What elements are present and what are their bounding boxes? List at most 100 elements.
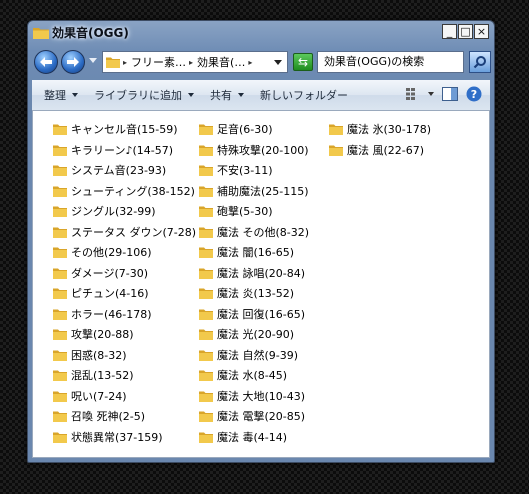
chevron-down-icon[interactable] [428,92,434,96]
folder-item[interactable]: ステータス ダウン(7-28) [53,222,196,243]
folder-item[interactable]: シューティング(38-152) [53,181,196,202]
folder-item[interactable]: 特殊攻撃(20-100) [199,140,309,161]
folder-item[interactable]: 魔法 毒(4-14) [199,427,309,448]
forward-button[interactable] [61,50,85,74]
folder-item[interactable]: 魔法 水(8-45) [199,365,309,386]
title-bar[interactable]: 効果音(OGG) _ □ × [28,21,494,45]
add-to-library-label: ライブラリに追加 [94,89,182,102]
folder-item[interactable]: ピチュン(4-16) [53,283,196,304]
folder-item[interactable]: システム音(23-93) [53,160,196,181]
forward-arrow-icon [67,57,79,67]
folder-item[interactable]: 魔法 大地(10-43) [199,386,309,407]
folder-item[interactable]: 魔法 炎(13-52) [199,283,309,304]
breadcrumb-separator[interactable]: ▸ [123,58,127,67]
folder-item[interactable]: ジングル(32-99) [53,201,196,222]
folder-icon [53,329,67,341]
folder-item[interactable]: ダメージ(7-30) [53,263,196,284]
minimize-button[interactable]: _ [442,24,457,39]
preview-pane-icon[interactable] [442,87,458,101]
folder-label: 呪い(7-24) [71,389,127,403]
folder-label: 魔法 毒(4-14) [217,430,288,444]
folder-label: 不安(3-11) [217,164,273,178]
new-folder-label: 新しいフォルダー [260,89,348,102]
folder-icon [199,165,213,177]
folder-label: ダメージ(7-30) [71,266,148,280]
folder-icon [53,206,67,218]
share-menu[interactable]: 共有 [210,87,244,103]
close-button[interactable]: × [474,24,489,39]
folder-label: 召喚 死神(2-5) [71,410,146,424]
organize-menu[interactable]: 整理 [44,87,78,103]
svg-text:?: ? [471,88,477,101]
folder-icon [53,432,67,443]
folder-label: 混乱(13-52) [71,369,134,383]
folder-icon [199,124,213,136]
folder-item[interactable]: 呪い(7-24) [53,386,196,407]
folder-item[interactable]: その他(29-106) [53,242,196,263]
folder-item[interactable]: ホラー(46-178) [53,304,196,325]
add-to-library-menu[interactable]: ライブラリに追加 [94,87,194,103]
address-dropdown[interactable] [274,60,282,65]
folder-label: 魔法 回復(16-65) [217,307,306,321]
folder-item[interactable]: 魔法 風(22-67) [329,140,431,161]
folder-label: 砲撃(5-30) [217,205,273,219]
folder-label: ホラー(46-178) [71,307,152,321]
recent-pages-dropdown[interactable] [89,58,97,63]
search-button[interactable] [469,51,491,73]
folder-label: 魔法 光(20-90) [217,328,295,342]
folder-icon [53,411,67,423]
folder-icon [53,350,67,361]
folder-item[interactable]: キラリーン♪(14-57) [53,140,196,161]
folder-item[interactable]: 魔法 氷(30-178) [329,119,431,140]
breadcrumb-segment[interactable]: 効果音(… [197,54,245,70]
folder-icon [199,145,213,156]
folder-label: 困惑(8-32) [71,348,127,362]
maximize-button[interactable]: □ [458,24,473,39]
folder-label: 魔法 氷(30-178) [347,123,432,137]
chevron-down-icon [188,93,194,97]
breadcrumb-segment[interactable]: フリー素… [131,54,186,70]
folder-label: ステータス ダウン(7-28) [71,225,197,239]
folder-item[interactable]: 補助魔法(25-115) [199,181,309,202]
folder-icon [53,247,67,259]
address-field[interactable]: ▸ フリー素… ▸ 効果音(… ▸ [102,51,288,73]
folder-item[interactable]: 魔法 詠唱(20-84) [199,263,309,284]
folder-item[interactable]: 魔法 その他(8-32) [199,222,309,243]
folder-item[interactable]: 砲撃(5-30) [199,201,309,222]
help-icon[interactable]: ? [466,86,482,102]
folder-item[interactable]: 魔法 回復(16-65) [199,304,309,325]
folder-label: 魔法 大地(10-43) [217,389,306,403]
folder-item[interactable]: 状態異常(37-159) [53,427,196,448]
folder-item[interactable]: 魔法 光(20-90) [199,324,309,345]
file-list-pane[interactable]: キャンセル音(15-59) キラリーン♪(14-57) システム音(23-93) シュ… [32,110,490,458]
folder-icon [53,186,67,197]
new-folder-button[interactable]: 新しいフォルダー [260,87,348,103]
folder-item[interactable]: 魔法 闇(16-65) [199,242,309,263]
folder-item[interactable]: キャンセル音(15-59) [53,119,196,140]
folder-icon [199,411,213,423]
view-options-icon[interactable] [406,88,420,100]
folder-item[interactable]: 混乱(13-52) [53,365,196,386]
folder-icon [53,370,67,382]
folder-label: 補助魔法(25-115) [217,184,309,198]
folder-label: ジングル(32-99) [71,205,156,219]
folder-item[interactable]: 魔法 電撃(20-85) [199,406,309,427]
folder-item[interactable]: 足音(6-30) [199,119,309,140]
search-input[interactable]: 効果音(OGG)の検索 [317,51,464,73]
folder-item[interactable]: 不安(3-11) [199,160,309,181]
breadcrumb-separator[interactable]: ▸ [248,58,252,67]
back-button[interactable] [34,50,58,74]
folder-item[interactable]: 困惑(8-32) [53,345,196,366]
folder-item[interactable]: 魔法 自然(9-39) [199,345,309,366]
refresh-button[interactable]: ⇆ [293,53,313,71]
folder-item[interactable]: 召喚 死神(2-5) [53,406,196,427]
window-title: 効果音(OGG) [52,26,129,40]
folder-item[interactable]: 攻撃(20-88) [53,324,196,345]
view-controls: ? [406,86,482,102]
refresh-icon: ⇆ [297,55,309,69]
explorer-window: 効果音(OGG) _ □ × ▸ フリー素… ▸ 効果音(… ▸ ⇆ 効果音(O… [27,20,495,463]
breadcrumb-separator[interactable]: ▸ [189,58,193,67]
folder-icon [53,124,67,136]
folder-icon [106,57,120,68]
folder-icon [199,268,213,279]
